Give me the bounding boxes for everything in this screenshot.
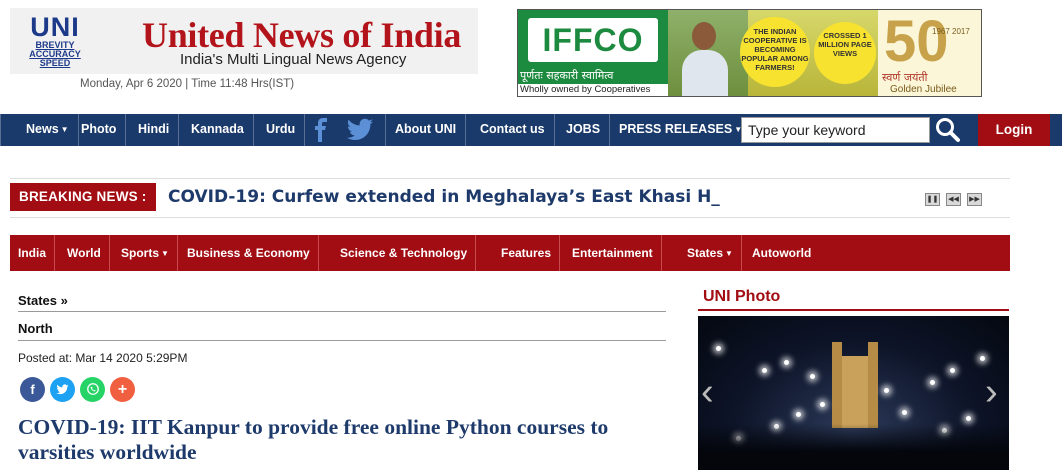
ad-swarn-jayanti: स्वर्ण जयंती	[882, 71, 928, 84]
nav-item-jobs[interactable]: JOBS	[557, 114, 611, 146]
breadcrumb-states[interactable]: States »	[18, 293, 68, 308]
uni-photo-title: UNI Photo	[703, 288, 781, 305]
charminar-silhouette	[832, 342, 878, 428]
iffco-logo: IFFCO	[528, 18, 658, 62]
ad-hindi-line: पूर्णतः सहकारी स्वामित्व	[520, 69, 614, 82]
ad-circle-badge: CROSSED 1 MILLION PAGE VIEWS	[814, 22, 876, 84]
breaking-news-label: BREAKING NEWS :	[10, 183, 156, 211]
iffco-advertisement[interactable]: IFFCO पूर्णतः सहकारी स्वामित्व Wholly ow…	[517, 9, 982, 97]
login-button[interactable]: Login	[978, 114, 1050, 146]
pause-icon[interactable]: ❚❚	[925, 193, 940, 206]
nav-item-label: PRESS RELEASES	[619, 122, 733, 136]
ad-golden-jubilee-text: Golden Jubilee	[890, 84, 957, 95]
article-headline: COVID-19: IIT Kanpur to provide free onl…	[18, 415, 609, 464]
dateline: Monday, Apr 6 2020 | Time 11:48 Hrs(IST)	[80, 78, 295, 90]
category-world[interactable]: World	[59, 235, 110, 271]
crowd-silhouette	[698, 424, 1009, 470]
nav-item-about[interactable]: About UNI	[385, 114, 467, 146]
more-share-icon[interactable]: +	[110, 377, 135, 402]
facebook-icon[interactable]	[311, 118, 333, 142]
uni-logo-line: SPEED	[39, 58, 71, 68]
rewind-icon[interactable]: ◀◀	[946, 193, 961, 206]
nav-item-urdu[interactable]: Urdu	[257, 114, 306, 146]
category-india[interactable]: India	[10, 235, 56, 271]
category-autoworld[interactable]: Autoworld	[744, 235, 819, 271]
category-science[interactable]: Science & Technology	[332, 235, 477, 271]
site-title: United News of India	[142, 15, 462, 55]
category-entertainment[interactable]: Entertainment	[564, 235, 662, 271]
site-logo-banner[interactable]: UNI BREVITY ACCURACY SPEED United News o…	[10, 8, 478, 74]
ad-years: 1967 2017	[932, 27, 970, 36]
breaking-news-headline[interactable]: COVID-19: Curfew extended in Meghalaya’s…	[168, 184, 720, 210]
category-label: Sports	[121, 246, 160, 260]
ad-farmer-image	[668, 10, 748, 96]
nav-item-kannada[interactable]: Kannada	[182, 114, 254, 146]
twitter-share-icon[interactable]	[50, 377, 75, 402]
divider	[18, 340, 666, 341]
category-features[interactable]: Features	[493, 235, 561, 271]
ad-wholly-owned: Wholly owned by Cooperatives	[518, 84, 668, 96]
caret-down-icon: ▼	[725, 249, 733, 258]
category-label: States	[687, 246, 724, 260]
uni-logo: UNI BREVITY ACCURACY SPEED	[24, 13, 86, 71]
divider	[698, 309, 1009, 311]
nav-item-press-releases[interactable]: PRESS RELEASES ▼	[610, 114, 751, 146]
ad-fifty-number: 50	[884, 9, 949, 74]
whatsapp-share-icon[interactable]	[80, 377, 105, 402]
chevron-left-icon[interactable]: ‹	[701, 372, 714, 412]
breaking-news-ticker: BREAKING NEWS : COVID-19: Curfew extende…	[10, 178, 1010, 218]
uni-photo-slideshow-image[interactable]	[698, 316, 1009, 470]
category-nav-bar: India World Sports ▼ Business & Economy S…	[10, 235, 1010, 271]
uni-logo-text: UNI	[30, 12, 80, 42]
twitter-icon[interactable]	[346, 118, 374, 142]
category-states[interactable]: States ▼	[679, 235, 742, 271]
search-icon[interactable]	[932, 114, 964, 146]
nav-item-label: News	[26, 122, 59, 136]
fast-forward-icon[interactable]: ▶▶	[967, 193, 982, 206]
breadcrumb-north[interactable]: North	[18, 321, 53, 336]
category-business[interactable]: Business & Economy	[179, 235, 319, 271]
nav-item-photo[interactable]: Photo	[72, 114, 127, 146]
nav-item-contact[interactable]: Contact us	[471, 114, 555, 146]
facebook-share-icon[interactable]: f	[20, 377, 45, 402]
category-sports[interactable]: Sports ▼	[113, 235, 178, 271]
nav-home-edge[interactable]	[0, 114, 1, 146]
site-tagline: India's Multi Lingual News Agency	[180, 51, 407, 68]
divider	[18, 311, 666, 312]
nav-item-news[interactable]: News ▼	[17, 114, 79, 146]
posted-timestamp: Posted at: Mar 14 2020 5:29PM	[18, 351, 188, 365]
caret-down-icon: ▼	[60, 125, 69, 134]
caret-down-icon: ▼	[161, 249, 169, 258]
ad-circle-badge: THE INDIAN COOPERATIVE IS BECOMING POPUL…	[740, 17, 810, 87]
search-input[interactable]	[741, 117, 930, 143]
nav-item-hindi[interactable]: Hindi	[129, 114, 180, 146]
ad-golden-jubilee: 50 1967 2017 स्वर्ण जयंती Golden Jubilee	[878, 9, 981, 96]
chevron-right-icon[interactable]: ›	[985, 372, 998, 412]
